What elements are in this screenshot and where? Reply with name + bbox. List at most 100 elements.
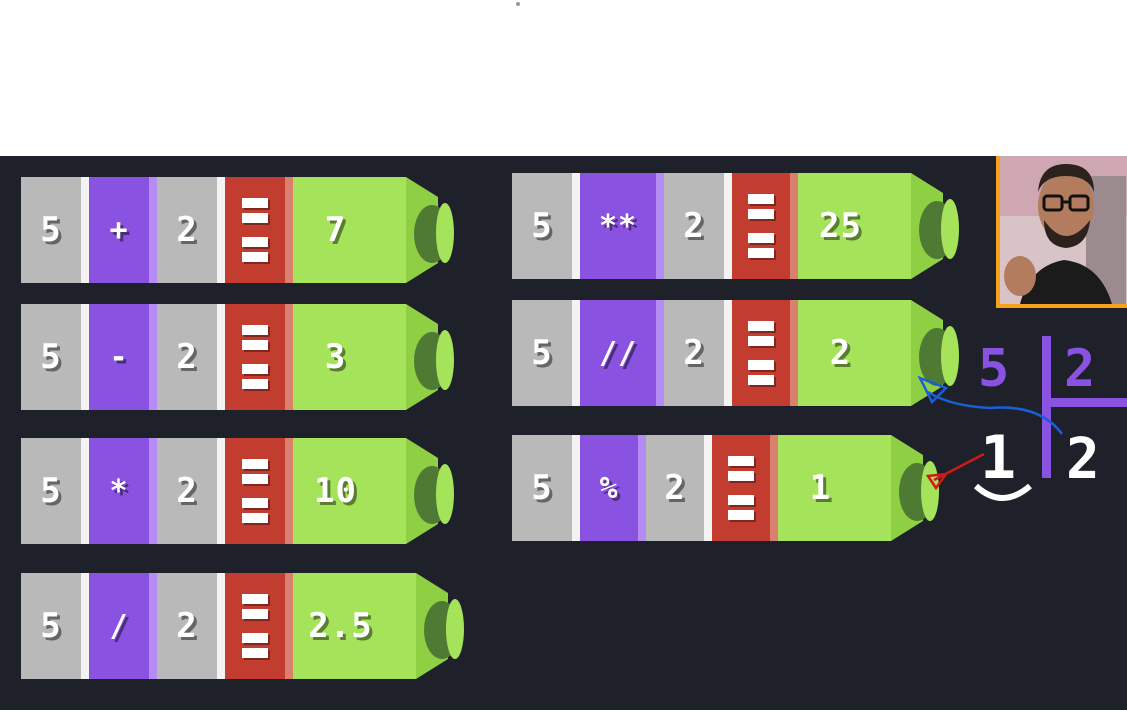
operator-face: %	[580, 435, 638, 541]
equals-bar	[242, 648, 268, 658]
result-face: 1	[778, 435, 863, 541]
result-cap-rim	[941, 199, 959, 259]
right-operand-face: 2	[157, 177, 217, 283]
equals-face	[732, 173, 790, 279]
equals-bar	[748, 375, 774, 385]
result-text: 2	[829, 333, 852, 373]
result-face: 25	[798, 173, 883, 279]
operator-text: /	[109, 608, 129, 644]
cursor-dot	[516, 2, 520, 6]
equals-bar	[242, 198, 268, 208]
equals-face	[225, 177, 285, 283]
equals-sign-bottom	[748, 233, 774, 258]
operator-face: **	[580, 173, 656, 279]
equals-face	[225, 304, 285, 410]
result-cap-rim	[941, 326, 959, 386]
left-operand-face: 5	[512, 435, 572, 541]
equals-face	[732, 300, 790, 406]
top-whitespace	[0, 0, 1127, 156]
operator-text: %	[599, 470, 619, 506]
equals-bar	[728, 456, 754, 466]
equals-bar	[242, 594, 268, 604]
left-operand-face: 5	[512, 300, 572, 406]
operator-face: /	[89, 573, 149, 679]
equals-bar	[242, 325, 268, 335]
equals-sign-top	[242, 594, 268, 619]
equals-sign-top	[748, 194, 774, 219]
left-operand-text: 5	[40, 337, 62, 377]
right-operand-face: 2	[646, 435, 704, 541]
equals-sign-bottom	[242, 633, 268, 658]
right-operand-text: 2	[176, 210, 198, 250]
operator-text: **	[598, 208, 638, 244]
equals-bar	[242, 513, 268, 523]
equals-sign-top	[242, 198, 268, 223]
left-operand-face: 5	[21, 177, 81, 283]
left-operand-text: 5	[40, 606, 62, 646]
equals-sign-top	[728, 456, 754, 481]
result-text: 2.5	[308, 606, 373, 646]
right-operand-text: 2	[683, 206, 705, 246]
right-operand-face: 2	[157, 438, 217, 544]
equals-bar	[748, 248, 774, 258]
result-cap-rim	[436, 330, 454, 390]
equals-sign-bottom	[242, 364, 268, 389]
result-face: 10	[293, 438, 378, 544]
equals-face	[225, 573, 285, 679]
equals-bar	[748, 209, 774, 219]
right-operand-face: 2	[157, 573, 217, 679]
equals-sign-bottom	[748, 360, 774, 385]
equals-face	[712, 435, 770, 541]
right-operand-text: 2	[176, 337, 198, 377]
result-face: 7	[293, 177, 378, 283]
result-cap-rim	[446, 599, 464, 659]
left-operand-face: 5	[21, 573, 81, 679]
left-operand-text: 5	[531, 468, 553, 508]
equals-bar	[242, 213, 268, 223]
equals-sign-bottom	[242, 237, 268, 262]
operator-text: *	[109, 473, 129, 509]
presenter-icon	[1000, 156, 1127, 304]
equals-bar	[748, 360, 774, 370]
result-cap-rim	[436, 203, 454, 263]
left-operand-text: 5	[531, 206, 553, 246]
equals-bar	[242, 609, 268, 619]
result-text: 3	[324, 337, 347, 377]
right-operand-text: 2	[176, 471, 198, 511]
equals-bar	[748, 233, 774, 243]
equals-face	[225, 438, 285, 544]
left-operand-text: 5	[531, 333, 553, 373]
result-face: 3	[293, 304, 378, 410]
equals-sign-top	[748, 321, 774, 346]
left-operand-text: 5	[40, 471, 62, 511]
operators-board: 5 +2 7 5-2 3 5 * 2 10 5/2 2.5 5 ** 2 25 5//2 2 5% 2 1	[0, 156, 1127, 710]
equals-bar	[242, 633, 268, 643]
left-operand-face: 5	[21, 304, 81, 410]
right-operand-text: 2	[664, 468, 686, 508]
equals-bar	[748, 321, 774, 331]
operator-face: *	[89, 438, 149, 544]
equals-bar	[242, 252, 268, 262]
equals-sign-bottom	[728, 495, 754, 520]
equals-sign-top	[242, 325, 268, 350]
left-operand-text: 5	[40, 210, 62, 250]
equals-bar	[242, 379, 268, 389]
equals-bar	[242, 364, 268, 374]
result-text: 1	[809, 468, 832, 508]
equals-bar	[748, 336, 774, 346]
right-operand-face: 2	[157, 304, 217, 410]
result-face: 2.5	[293, 573, 388, 679]
operator-face: -	[89, 304, 149, 410]
result-text: 7	[324, 210, 347, 250]
webcam-overlay	[996, 156, 1127, 308]
equals-bar	[748, 194, 774, 204]
left-operand-face: 5	[21, 438, 81, 544]
result-text: 25	[819, 206, 862, 246]
operator-face: +	[89, 177, 149, 283]
equals-bar	[728, 471, 754, 481]
equals-bar	[242, 474, 268, 484]
result-text: 10	[314, 471, 357, 511]
equals-sign-bottom	[242, 498, 268, 523]
equals-bar	[242, 340, 268, 350]
equals-bar	[242, 459, 268, 469]
